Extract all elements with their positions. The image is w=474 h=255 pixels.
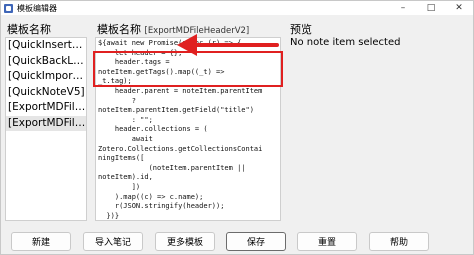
close-icon[interactable]: ✕ bbox=[445, 1, 473, 15]
new-button[interactable]: 新建 bbox=[11, 232, 71, 251]
preview-label: 预览 bbox=[290, 23, 312, 36]
help-button[interactable]: 帮助 bbox=[369, 232, 429, 251]
app-icon bbox=[4, 3, 13, 13]
editor-label-text: 模板名称 bbox=[97, 23, 141, 36]
reset-button[interactable]: 重置 bbox=[297, 232, 357, 251]
button-bar: 新建 导入笔记 更多模板 保存 重置 帮助 bbox=[1, 232, 474, 252]
annotation-arrow-icon bbox=[177, 34, 279, 56]
save-button[interactable]: 保存 bbox=[226, 232, 286, 251]
window-controls: – □ ✕ bbox=[389, 1, 473, 15]
list-item[interactable]: [QuickImportV2] bbox=[6, 69, 86, 85]
template-editor-window: 模板编辑器 – □ ✕ 模板名称 [QuickInsertV2] [QuickB… bbox=[0, 0, 474, 255]
list-item[interactable]: [QuickInsertV2] bbox=[6, 38, 86, 54]
list-item[interactable]: [QuickBackLink… bbox=[6, 54, 86, 70]
list-item[interactable]: [QuickNoteV5] bbox=[6, 85, 86, 101]
template-list[interactable]: [QuickInsertV2] [QuickBackLink… [QuickIm… bbox=[5, 37, 87, 221]
list-item-selected[interactable]: [ExportMDFileH… bbox=[6, 115, 86, 131]
preview-empty-text: No note item selected bbox=[290, 37, 401, 48]
title-bar: 模板编辑器 – □ ✕ bbox=[1, 1, 473, 15]
list-item[interactable]: [ExportMDFileN… bbox=[6, 100, 86, 116]
template-list-label: 模板名称 bbox=[7, 23, 51, 36]
maximize-icon[interactable]: □ bbox=[417, 1, 445, 15]
window-title: 模板编辑器 bbox=[17, 3, 57, 13]
import-note-button[interactable]: 导入笔记 bbox=[83, 232, 143, 251]
minimize-icon[interactable]: – bbox=[389, 1, 417, 15]
more-templates-button[interactable]: 更多模板 bbox=[155, 232, 215, 251]
